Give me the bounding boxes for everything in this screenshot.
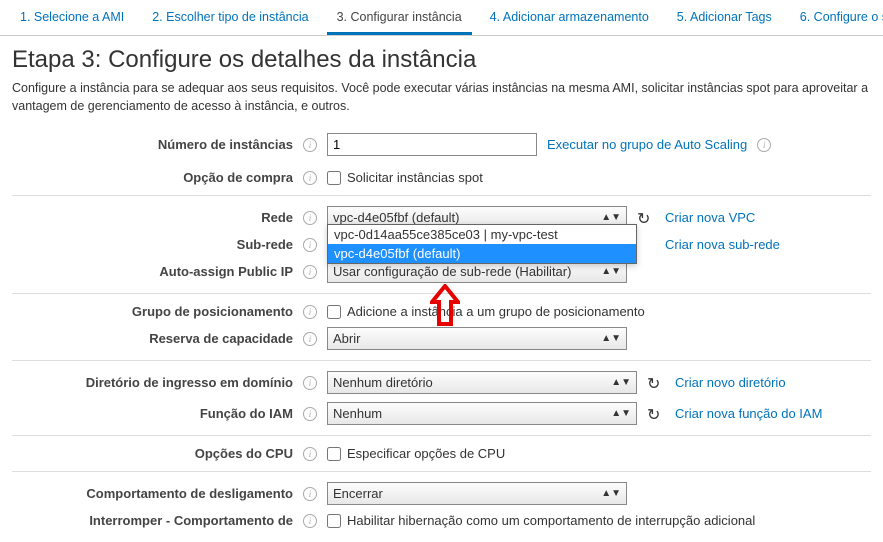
label-autoip: Auto-assign Public IP [159, 264, 293, 279]
tab-configure[interactable]: 3. Configurar instância [327, 5, 472, 35]
label-shutdown: Comportamento de desligamento [86, 486, 293, 501]
select-domain-value: Nenhum diretório [333, 375, 433, 390]
chevron-up-down-icon: ▲▼ [601, 215, 621, 221]
row-iam: Função do IAM i Nenhum ▲▼ ↻ Criar nova fun… [12, 398, 871, 429]
select-capacity[interactable]: Abrir ▲▼ [327, 327, 627, 350]
row-purchase: Opção de compra i Solicitar instâncias sp… [12, 166, 871, 189]
label-network: Rede [261, 210, 293, 225]
select-autoip-value: Usar configuração de sub-rede (Habilitar… [333, 264, 571, 279]
label-iam: Função do IAM [200, 406, 293, 421]
row-instances: Número de instâncias i Executar no grupo … [12, 129, 871, 160]
refresh-icon[interactable]: ↻ [647, 405, 665, 423]
chevron-up-down-icon: ▲▼ [611, 380, 631, 386]
select-capacity-value: Abrir [333, 331, 360, 346]
row-stop: Interromper - Comportamento de i Habilita… [12, 509, 871, 532]
select-iam-value: Nenhum [333, 406, 382, 421]
spot-label: Solicitar instâncias spot [347, 170, 483, 185]
label-stop: Interromper - Comportamento de [89, 513, 293, 528]
page-desc: Configure a instância para se adequar ao… [12, 80, 871, 115]
wizard-tabs: 1. Selecione a AMI 2. Escolher tipo de i… [0, 0, 883, 36]
stop-label: Habilitar hibernação como um comportamen… [347, 513, 755, 528]
info-icon[interactable]: i [303, 211, 317, 225]
subnet-link[interactable]: Criar nova sub-rede [665, 237, 780, 252]
info-icon[interactable]: i [303, 265, 317, 279]
select-iam[interactable]: Nenhum ▲▼ [327, 402, 637, 425]
network-option-1[interactable]: vpc-0d14aa55ce385ce03 | my-vpc-test [328, 225, 636, 244]
info-icon[interactable]: i [303, 332, 317, 346]
info-icon[interactable]: i [303, 407, 317, 421]
row-placement: Grupo de posicionamento i Adicione a inst… [12, 300, 871, 323]
info-icon[interactable]: i [303, 514, 317, 528]
tab-ami[interactable]: 1. Selecione a AMI [10, 5, 134, 35]
input-instances[interactable] [327, 133, 537, 156]
tab-instance-type[interactable]: 2. Escolher tipo de instância [142, 5, 318, 35]
info-icon[interactable]: i [757, 138, 771, 152]
tab-tags[interactable]: 5. Adicionar Tags [667, 5, 782, 35]
info-icon[interactable]: i [303, 238, 317, 252]
label-cpu: Opções do CPU [195, 446, 293, 461]
label-subnet: Sub-rede [237, 237, 293, 252]
vpc-link[interactable]: Criar nova VPC [665, 210, 755, 225]
row-capacity: Reserva de capacidade i Abrir ▲▼ [12, 323, 871, 354]
chevron-up-down-icon: ▲▼ [601, 491, 621, 497]
chevron-up-down-icon: ▲▼ [601, 269, 621, 275]
refresh-icon[interactable]: ↻ [647, 374, 665, 392]
page-title: Etapa 3: Configure os detalhes da instân… [12, 46, 871, 74]
row-domain: Diretório de ingresso em domínio i Nenhum… [12, 367, 871, 398]
refresh-icon[interactable]: ↻ [637, 209, 655, 227]
stop-checkbox[interactable] [327, 514, 341, 528]
network-dropdown: vpc-0d14aa55ce385ce03 | my-vpc-test vpc-… [327, 224, 637, 264]
chevron-up-down-icon: ▲▼ [611, 411, 631, 417]
iam-link[interactable]: Criar nova função do IAM [675, 406, 822, 421]
spot-checkbox[interactable] [327, 171, 341, 185]
select-domain[interactable]: Nenhum diretório ▲▼ [327, 371, 637, 394]
info-icon[interactable]: i [303, 138, 317, 152]
info-icon[interactable]: i [303, 487, 317, 501]
select-shutdown-value: Encerrar [333, 486, 383, 501]
info-icon[interactable]: i [303, 447, 317, 461]
tab-storage[interactable]: 4. Adicionar armazenamento [480, 5, 659, 35]
label-capacity: Reserva de capacidade [149, 331, 293, 346]
cpu-label: Especificar opções de CPU [347, 446, 505, 461]
select-shutdown[interactable]: Encerrar ▲▼ [327, 482, 627, 505]
info-icon[interactable]: i [303, 376, 317, 390]
label-instances: Número de instâncias [158, 137, 293, 152]
row-cpu: Opções do CPU i Especificar opções de CPU [12, 442, 871, 465]
select-network-value: vpc-d4e05fbf (default) [333, 210, 459, 225]
asg-link[interactable]: Executar no grupo de Auto Scaling [547, 137, 747, 152]
content: Etapa 3: Configure os detalhes da instân… [0, 36, 883, 542]
label-placement: Grupo de posicionamento [132, 304, 293, 319]
placement-label: Adicione a instância a um grupo de posic… [347, 304, 645, 319]
domain-link[interactable]: Criar novo diretório [675, 375, 786, 390]
row-network: Redei vpc-d4e05fbf (default) ▲▼ ↻ Criar n… [12, 202, 871, 233]
cpu-checkbox[interactable] [327, 447, 341, 461]
info-icon[interactable]: i [303, 171, 317, 185]
placement-checkbox[interactable] [327, 305, 341, 319]
tab-security[interactable]: 6. Configure o security group [790, 5, 883, 35]
row-shutdown: Comportamento de desligamento i Encerrar ▲… [12, 478, 871, 509]
network-option-2[interactable]: vpc-d4e05fbf (default) [328, 244, 636, 263]
info-icon[interactable]: i [303, 305, 317, 319]
chevron-up-down-icon: ▲▼ [601, 336, 621, 342]
label-purchase: Opção de compra [183, 170, 293, 185]
label-domain: Diretório de ingresso em domínio [86, 375, 293, 390]
